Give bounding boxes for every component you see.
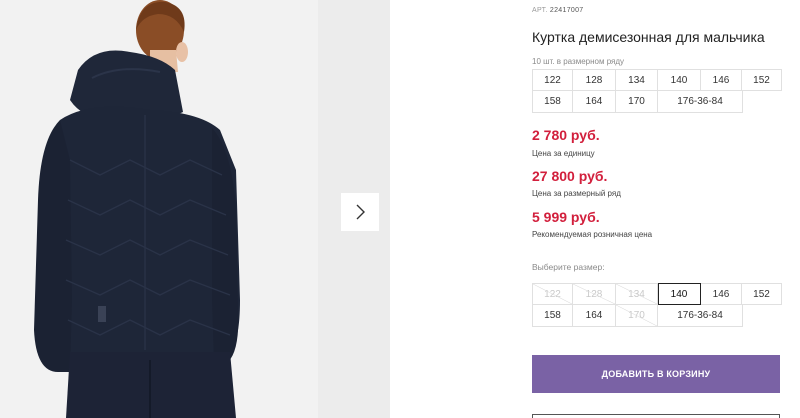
size-option[interactable]: 176-36-84 — [658, 305, 743, 327]
next-image-button[interactable] — [341, 193, 379, 231]
size-row-cell: 152 — [742, 69, 782, 91]
size-row-cell: 170 — [616, 91, 658, 113]
add-to-cart-button[interactable]: ДОБАВИТЬ В КОРЗИНУ — [532, 355, 780, 393]
article-label: АРТ. — [532, 7, 548, 14]
secondary-button-edge[interactable] — [532, 414, 780, 418]
size-option[interactable]: 158 — [532, 305, 573, 327]
size-row-cell: 134 — [616, 69, 658, 91]
size-picker-label: Выберите размер: — [532, 262, 605, 272]
row-price: 27 800 руб. — [532, 168, 608, 184]
product-gallery — [0, 0, 390, 418]
size-row-cell: 122 — [532, 69, 573, 91]
size-row-line: 122 128 134 140 146 152 — [532, 69, 782, 91]
size-picker-row: 158 164 170 176-36-84 — [532, 305, 782, 327]
size-row-note: 10 шт. в размерном ряду — [532, 57, 625, 66]
size-row-cell: 146 — [701, 69, 742, 91]
unit-price: 2 780 руб. — [532, 127, 600, 143]
product-title: Куртка демисезонная для мальчика — [532, 29, 765, 45]
article-number: АРТ. 22417007 — [532, 7, 583, 14]
size-picker-row: 122 128 134 140 146 152 — [532, 283, 782, 305]
boy-in-jacket-image — [0, 0, 318, 418]
size-option-unavailable: 128 — [573, 283, 616, 305]
article-value: 22417007 — [549, 7, 584, 14]
size-option[interactable]: 146 — [701, 283, 742, 305]
retail-price-label: Рекомендуемая розничная цена — [532, 230, 653, 239]
size-option-unavailable: 134 — [616, 283, 658, 305]
size-option[interactable]: 152 — [742, 283, 782, 305]
size-row-line: 158 164 170 176-36-84 — [532, 91, 782, 113]
size-option-unavailable: 122 — [532, 283, 573, 305]
size-option[interactable]: 164 — [573, 305, 616, 327]
size-row-table: 122 128 134 140 146 152 158 164 170 176-… — [532, 69, 782, 113]
product-info-panel: АРТ. 22417007 Куртка демисезонная для ма… — [532, 0, 800, 418]
size-row-cell: 140 — [658, 69, 701, 91]
row-price-label: Цена за размерный ряд — [532, 189, 621, 198]
unit-price-label: Цена за единицу — [532, 149, 595, 158]
size-row-cell: 164 — [573, 91, 616, 113]
size-picker: 122 128 134 140 146 152 158 164 170 176-… — [532, 283, 782, 327]
chevron-right-icon — [356, 204, 365, 220]
retail-price: 5 999 руб. — [532, 209, 600, 225]
size-row-cell: 176-36-84 — [658, 91, 743, 113]
size-option-unavailable: 170 — [616, 305, 658, 327]
size-row-cell: 158 — [532, 91, 573, 113]
size-row-cell: 128 — [573, 69, 616, 91]
product-photo — [0, 0, 318, 418]
size-option-selected[interactable]: 140 — [658, 283, 701, 305]
